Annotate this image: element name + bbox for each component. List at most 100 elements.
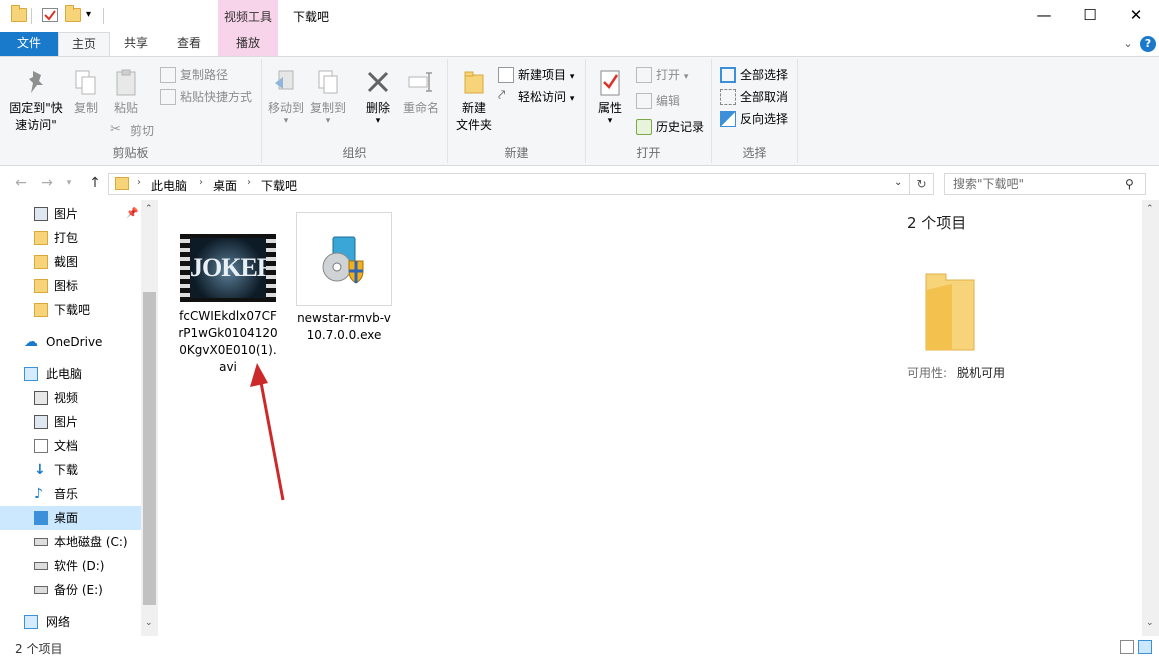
nav-label: 图标: [54, 279, 79, 293]
open-button[interactable]: 打开 ▾: [636, 65, 688, 85]
new-folder-label-1: 新建: [461, 101, 486, 115]
properties-check-icon[interactable]: [42, 8, 58, 22]
title-bar: ▾ 视频工具 下载吧 — ☐ ✕: [0, 0, 1159, 32]
invert-selection-button[interactable]: 反向选择: [720, 109, 788, 129]
delete-button[interactable]: 删除 ▾: [360, 69, 396, 126]
new-folder-button[interactable]: 新建 文件夹: [452, 69, 496, 134]
select-none-button[interactable]: 全部取消: [720, 87, 788, 107]
nav-item-drive-c[interactable]: 本地磁盘 (C:): [0, 530, 141, 554]
history-button[interactable]: 历史记录: [636, 117, 704, 137]
easy-access-button[interactable]: ⤤ 轻松访问 ▾: [498, 87, 574, 107]
properties-button[interactable]: 属性 ▾: [592, 69, 628, 126]
nav-item-drive-e[interactable]: 备份 (E:): [0, 578, 141, 602]
scroll-up-icon[interactable]: ⌃: [1146, 204, 1154, 214]
pin-label-2: 速访问": [15, 118, 57, 132]
edit-button[interactable]: 编辑: [636, 91, 680, 111]
separator: [31, 8, 32, 24]
close-button[interactable]: ✕: [1113, 0, 1159, 32]
paste-shortcut-button[interactable]: 粘贴快捷方式: [160, 87, 252, 107]
folder-icon: [11, 5, 27, 22]
paste-button[interactable]: 粘贴: [108, 69, 144, 117]
nav-item-desktop[interactable]: 桌面: [0, 506, 141, 530]
nav-item-download-folder[interactable]: 下载吧: [0, 298, 141, 322]
nav-pane-scrollbar[interactable]: ⌃ ⌄: [141, 200, 158, 636]
nav-item-network[interactable]: 网络: [0, 610, 141, 634]
up-arrow-icon[interactable]: ↑: [86, 174, 104, 192]
move-to-button[interactable]: 移动到 ▾: [266, 69, 306, 126]
copy-to-button[interactable]: 复制到 ▾: [308, 69, 348, 126]
dropdown-arrow-icon: ▾: [607, 116, 613, 126]
new-folder-icon[interactable]: [65, 5, 81, 22]
chevron-right-icon[interactable]: ›: [247, 177, 251, 188]
details-pane: 2 个项目 可用性: 脱机可用: [882, 200, 1142, 636]
computer-icon: [24, 367, 38, 381]
music-note-icon: ♪: [34, 486, 43, 502]
copy-path-button[interactable]: 复制路径: [160, 65, 228, 85]
tab-share[interactable]: 共享: [110, 32, 162, 56]
recent-locations-icon[interactable]: ▾: [60, 174, 78, 192]
new-group-title: 新建: [504, 146, 529, 160]
rename-button[interactable]: 重命名: [400, 69, 442, 117]
breadcrumb-this-pc[interactable]: 此电脑: [151, 177, 187, 194]
nav-item-pack[interactable]: 打包: [0, 226, 141, 250]
window-title: 下载吧: [293, 10, 330, 24]
new-item-button[interactable]: 新建项目 ▾: [498, 65, 574, 85]
nav-item-this-pc[interactable]: 此电脑: [0, 362, 141, 386]
chevron-right-icon[interactable]: ›: [137, 177, 141, 188]
nav-item-pictures-quick[interactable]: 图片 📌: [0, 202, 141, 226]
back-arrow-icon[interactable]: ←: [12, 174, 30, 192]
help-icon[interactable]: ?: [1140, 36, 1156, 52]
large-icons-view-icon[interactable]: [1138, 640, 1152, 654]
select-none-label: 全部取消: [740, 90, 789, 104]
delete-label: 删除: [365, 101, 390, 115]
nav-item-pictures[interactable]: 图片: [0, 410, 141, 434]
scroll-down-icon[interactable]: ⌄: [1146, 618, 1154, 628]
scrollbar-thumb[interactable]: [143, 292, 156, 605]
details-item-count: 2 个项目: [907, 214, 967, 232]
breadcrumb-download[interactable]: 下载吧: [261, 177, 297, 194]
tab-file[interactable]: 文件: [0, 32, 58, 56]
search-input[interactable]: 搜索"下载吧" ⚲: [944, 173, 1146, 195]
tab-home[interactable]: 主页: [58, 32, 110, 56]
dropdown-arrow-icon: ▾: [569, 72, 575, 82]
delete-x-icon: [367, 71, 389, 93]
minimize-button[interactable]: —: [1021, 0, 1067, 32]
maximize-button[interactable]: ☐: [1067, 0, 1113, 32]
open-group-title: 打开: [636, 146, 661, 160]
tab-play[interactable]: 播放: [218, 32, 278, 56]
cut-button[interactable]: ✂ 剪切: [110, 121, 154, 141]
refresh-icon[interactable]: ↻: [910, 173, 934, 195]
nav-item-music[interactable]: ♪ 音乐: [0, 482, 141, 506]
nav-label: 文档: [54, 439, 79, 453]
search-icon[interactable]: ⚲: [1125, 174, 1134, 194]
copy-button[interactable]: 复制: [68, 69, 104, 117]
nav-item-downloads[interactable]: ↓ 下载: [0, 458, 141, 482]
scroll-down-icon[interactable]: ⌄: [145, 618, 153, 628]
nav-label: OneDrive: [46, 335, 103, 349]
nav-item-videos[interactable]: 视频: [0, 386, 141, 410]
tab-view[interactable]: 查看: [162, 32, 216, 56]
forward-arrow-icon[interactable]: →: [38, 174, 56, 192]
expand-ribbon-icon[interactable]: ⌄: [1120, 36, 1136, 52]
folder-icon: [115, 177, 129, 190]
customize-quick-access-icon[interactable]: ▾: [86, 9, 91, 20]
nav-item-screenshots[interactable]: 截图: [0, 250, 141, 274]
pin-quick-access-button[interactable]: 固定到"快 速访问": [6, 69, 66, 134]
breadcrumb-desktop[interactable]: 桌面: [213, 177, 237, 194]
film-strip-left: [180, 234, 190, 302]
scroll-up-icon[interactable]: ⌃: [145, 204, 153, 214]
chevron-right-icon[interactable]: ›: [199, 177, 203, 188]
nav-item-onedrive[interactable]: ☁ OneDrive: [0, 330, 141, 354]
address-dropdown-icon[interactable]: ⌄: [894, 177, 902, 188]
select-all-button[interactable]: 全部选择: [720, 65, 788, 85]
nav-item-icons[interactable]: 图标: [0, 274, 141, 298]
address-bar[interactable]: › 此电脑 › 桌面 › 下载吧 ⌄: [108, 173, 910, 195]
invert-selection-label: 反向选择: [740, 112, 789, 126]
details-view-icon[interactable]: [1120, 640, 1134, 654]
clipboard-group-title: 剪贴板: [112, 146, 149, 160]
file-item-exe[interactable]: newstar-rmvb-v 10.7.0.0.exe: [296, 212, 392, 352]
nav-item-documents[interactable]: 文档: [0, 434, 141, 458]
main-scrollbar[interactable]: ⌃ ⌄: [1142, 200, 1159, 636]
nav-item-drive-d[interactable]: 软件 (D:): [0, 554, 141, 578]
invert-selection-icon: [720, 111, 736, 127]
